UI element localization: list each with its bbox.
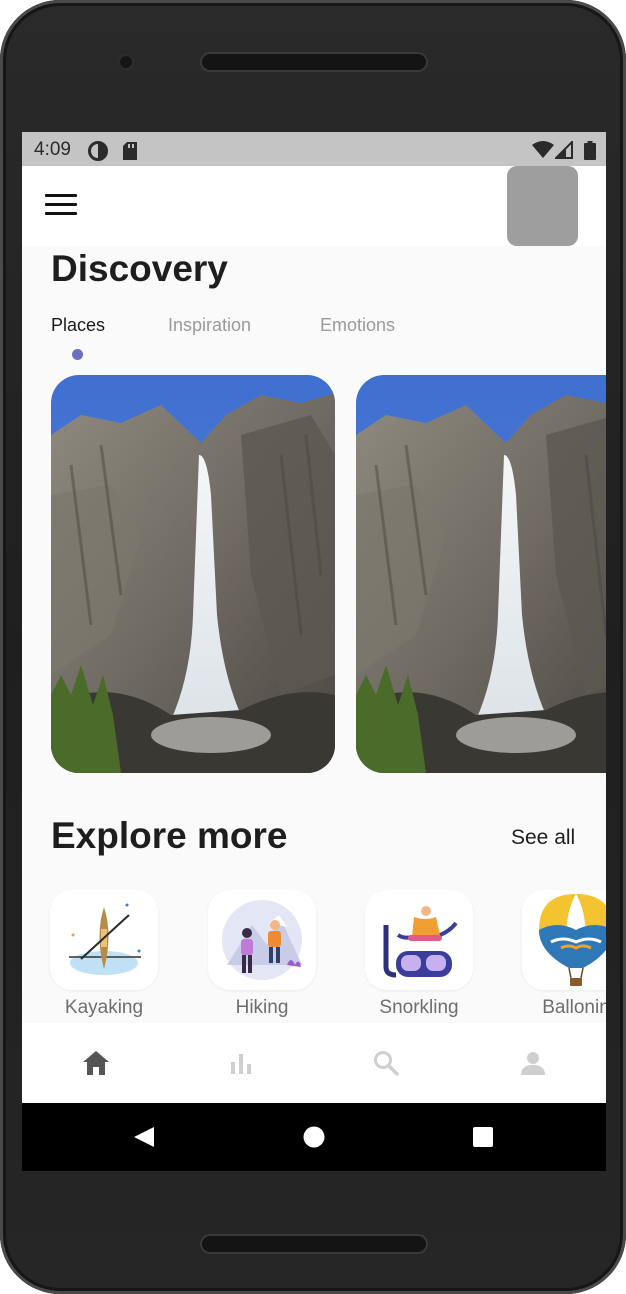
activity-hiking[interactable]: Hiking bbox=[208, 890, 316, 1019]
status-time: 4:09 bbox=[34, 139, 71, 160]
activity-label: Hiking bbox=[235, 997, 289, 1018]
system-navigation-bar bbox=[22, 1103, 606, 1171]
activity-snorkling[interactable]: Snorkling bbox=[365, 890, 473, 1019]
avatar[interactable] bbox=[507, 166, 578, 246]
home-icon[interactable] bbox=[78, 1045, 114, 1081]
sd-card-icon bbox=[122, 141, 138, 166]
place-card[interactable] bbox=[356, 375, 606, 773]
activity-tile[interactable] bbox=[50, 890, 158, 990]
activity-label: Kayaking bbox=[64, 997, 144, 1018]
section-title: Explore more bbox=[51, 815, 288, 856]
wifi-icon bbox=[532, 141, 554, 164]
activity-tile[interactable] bbox=[208, 890, 316, 990]
phone-frame: 4:09 Discovery Places Inspiration Emotio… bbox=[0, 0, 626, 1294]
hot-air-balloon-illustration bbox=[539, 894, 606, 986]
home-circle-icon[interactable] bbox=[302, 1103, 326, 1171]
tab-inspiration[interactable]: Inspiration bbox=[168, 315, 251, 336]
bar-chart-icon[interactable] bbox=[223, 1045, 259, 1081]
activity-label: Ballonin bbox=[542, 997, 606, 1018]
signal-icon bbox=[553, 139, 573, 164]
waterfall-photo bbox=[51, 375, 335, 773]
tab-bar: Places Inspiration Emotions bbox=[51, 315, 571, 355]
snorkel-illustration bbox=[383, 906, 458, 978]
tab-emotions[interactable]: Emotions bbox=[320, 315, 395, 336]
active-tab-indicator bbox=[72, 349, 83, 360]
screen: 4:09 Discovery Places Inspiration Emotio… bbox=[22, 132, 606, 1171]
waterfall-photo bbox=[356, 375, 606, 773]
data-saver-icon bbox=[88, 141, 108, 166]
app-bar bbox=[22, 166, 606, 246]
front-camera bbox=[117, 53, 135, 71]
status-bar: 4:09 bbox=[22, 132, 606, 166]
bottom-navigation bbox=[22, 1023, 606, 1103]
see-all-link[interactable]: See all bbox=[511, 826, 575, 850]
page-title: Discovery bbox=[51, 248, 228, 289]
search-icon[interactable] bbox=[368, 1045, 404, 1081]
recents-icon[interactable] bbox=[471, 1103, 495, 1171]
kayak-illustration bbox=[69, 903, 141, 975]
activity-label: Snorkling bbox=[379, 997, 459, 1018]
earpiece-speaker bbox=[200, 52, 428, 72]
person-icon[interactable] bbox=[515, 1045, 551, 1081]
back-icon[interactable] bbox=[130, 1103, 158, 1171]
activity-tile[interactable] bbox=[365, 890, 473, 990]
activity-ballooning[interactable]: Ballonin bbox=[522, 890, 606, 1019]
activity-kayaking[interactable]: Kayaking bbox=[50, 890, 158, 1019]
place-card[interactable] bbox=[51, 375, 335, 773]
bottom-speaker bbox=[200, 1234, 428, 1254]
hikers-illustration bbox=[222, 900, 302, 980]
hamburger-menu-icon[interactable] bbox=[45, 194, 77, 218]
tab-places[interactable]: Places bbox=[51, 315, 105, 336]
battery-icon bbox=[584, 141, 596, 165]
activity-tile[interactable] bbox=[522, 890, 606, 990]
